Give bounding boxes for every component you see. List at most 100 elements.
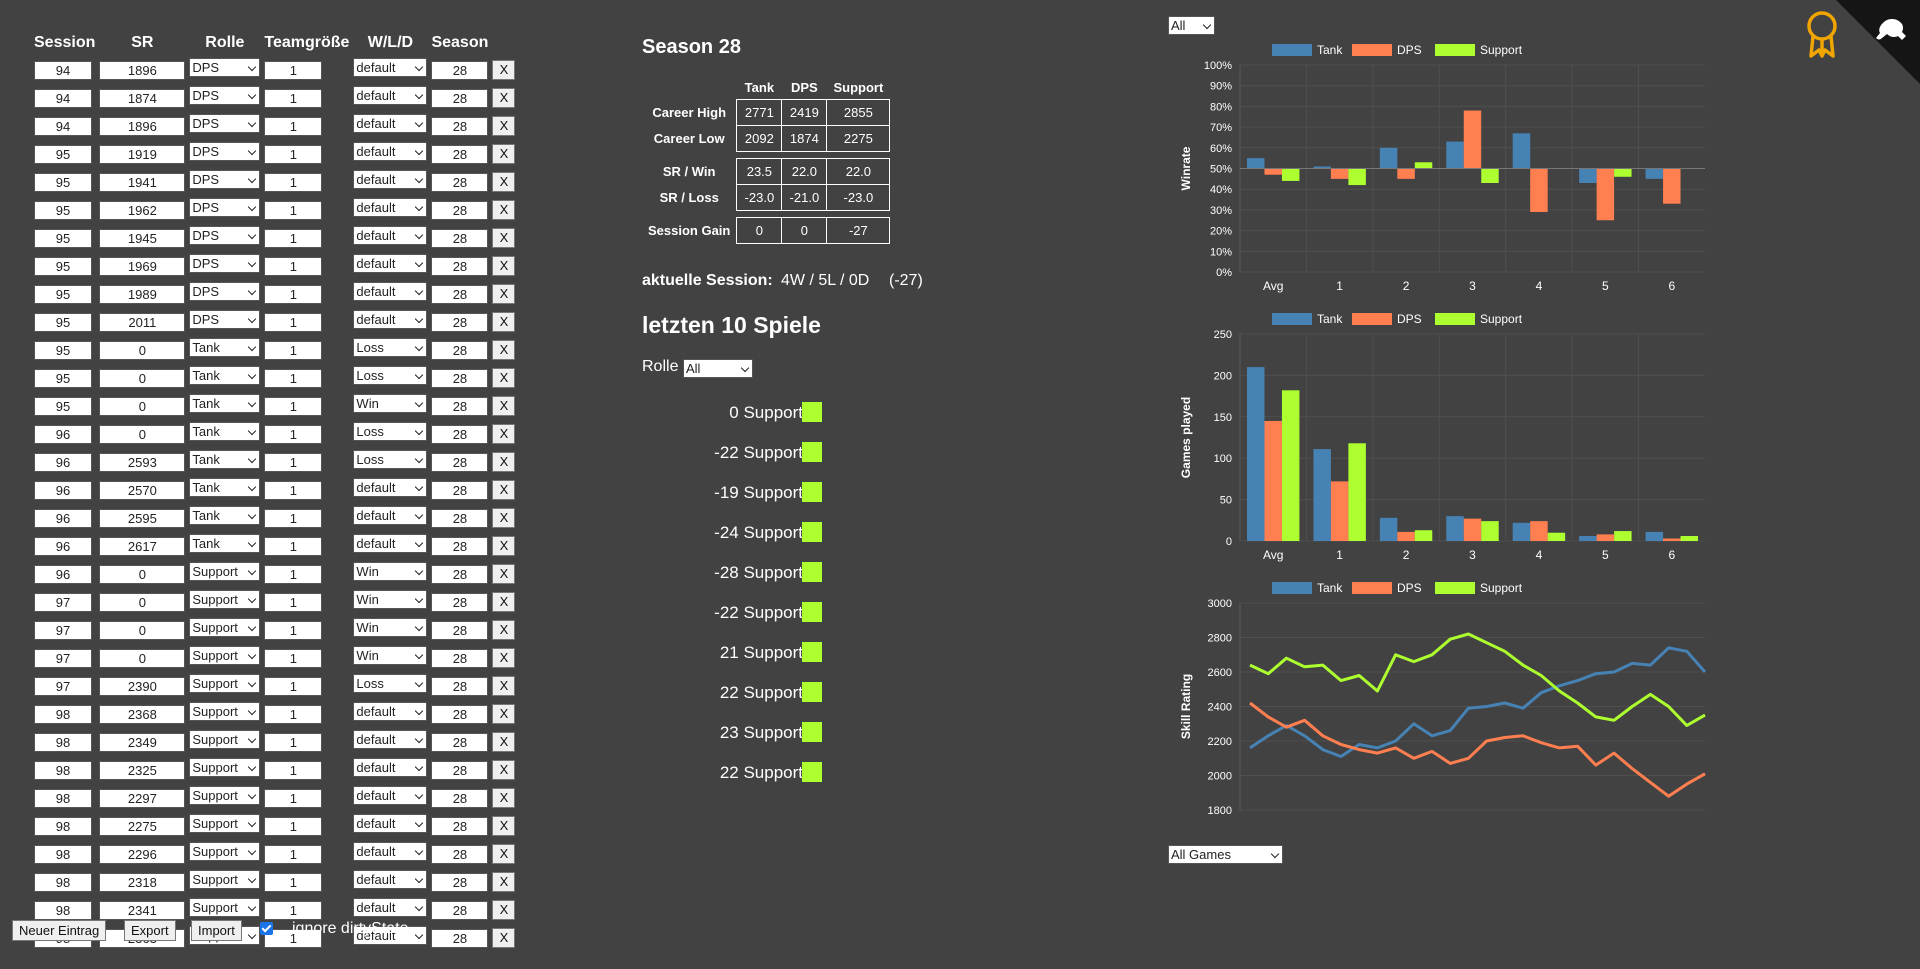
sr-input[interactable]	[99, 648, 186, 668]
session-input[interactable]	[34, 536, 92, 556]
wld-select[interactable]: default	[353, 758, 428, 777]
wld-select[interactable]: default	[353, 898, 428, 917]
role-select[interactable]: Support	[189, 758, 261, 777]
new-entry-button[interactable]: Neuer Eintrag	[12, 920, 107, 941]
github-corner-icon[interactable]	[1836, 0, 1920, 84]
team-size-input[interactable]	[264, 592, 323, 612]
delete-row-button[interactable]: X	[492, 60, 516, 80]
session-input[interactable]	[34, 396, 92, 416]
delete-row-button[interactable]: X	[492, 900, 516, 920]
role-select[interactable]: Support	[189, 870, 261, 889]
session-input[interactable]	[34, 228, 92, 248]
games-filter-select[interactable]: All Games	[1168, 845, 1283, 864]
sr-input[interactable]	[99, 340, 186, 360]
sr-input[interactable]	[99, 172, 186, 192]
sr-input[interactable]	[99, 676, 186, 696]
delete-row-button[interactable]: X	[492, 424, 516, 444]
sr-input[interactable]	[99, 592, 186, 612]
session-input[interactable]	[34, 60, 92, 80]
session-input[interactable]	[34, 480, 92, 500]
delete-row-button[interactable]: X	[492, 116, 516, 136]
team-size-input[interactable]	[264, 844, 323, 864]
delete-row-button[interactable]: X	[492, 172, 516, 192]
session-input[interactable]	[34, 312, 92, 332]
team-size-input[interactable]	[264, 116, 323, 136]
role-select[interactable]: DPS	[189, 254, 261, 273]
session-input[interactable]	[34, 200, 92, 220]
season-input[interactable]	[431, 172, 489, 192]
role-select[interactable]: Support	[189, 590, 261, 609]
season-input[interactable]	[431, 536, 489, 556]
role-select[interactable]: Tank	[189, 422, 261, 441]
season-input[interactable]	[431, 676, 489, 696]
role-select[interactable]: DPS	[189, 226, 261, 245]
session-input[interactable]	[34, 256, 92, 276]
session-input[interactable]	[34, 620, 92, 640]
ignore-dirty-checkbox[interactable]	[260, 922, 273, 935]
season-input[interactable]	[431, 200, 489, 220]
wld-select[interactable]: default	[353, 282, 428, 301]
sr-input[interactable]	[99, 452, 186, 472]
season-input[interactable]	[431, 144, 489, 164]
team-size-input[interactable]	[264, 536, 323, 556]
wld-select[interactable]: default	[353, 702, 428, 721]
team-size-input[interactable]	[264, 676, 323, 696]
delete-row-button[interactable]: X	[492, 144, 516, 164]
role-select[interactable]: DPS	[189, 114, 261, 133]
session-input[interactable]	[34, 172, 92, 192]
wld-select[interactable]: Win	[353, 590, 428, 609]
delete-row-button[interactable]: X	[492, 396, 516, 416]
delete-row-button[interactable]: X	[492, 872, 516, 892]
wld-select[interactable]: default	[353, 478, 428, 497]
sr-input[interactable]	[99, 228, 186, 248]
role-select[interactable]: Tank	[189, 394, 261, 413]
season-input[interactable]	[431, 732, 489, 752]
team-size-input[interactable]	[264, 480, 323, 500]
role-select[interactable]: Support	[189, 674, 261, 693]
session-input[interactable]	[34, 648, 92, 668]
delete-row-button[interactable]: X	[492, 788, 516, 808]
role-select[interactable]: Support	[189, 702, 261, 721]
role-select[interactable]: Tank	[189, 534, 261, 553]
team-size-input[interactable]	[264, 368, 323, 388]
team-size-input[interactable]	[264, 900, 323, 920]
season-input[interactable]	[431, 424, 489, 444]
team-size-input[interactable]	[264, 144, 323, 164]
session-input[interactable]	[34, 368, 92, 388]
season-input[interactable]	[431, 760, 489, 780]
delete-row-button[interactable]: X	[492, 508, 516, 528]
session-input[interactable]	[34, 900, 92, 920]
sr-input[interactable]	[99, 396, 186, 416]
wld-select[interactable]: default	[353, 142, 428, 161]
wld-select[interactable]: default	[353, 814, 428, 833]
role-select[interactable]: Support	[189, 618, 261, 637]
role-select[interactable]: Tank	[189, 506, 261, 525]
sr-input[interactable]	[99, 788, 186, 808]
team-size-input[interactable]	[264, 760, 323, 780]
sr-input[interactable]	[99, 816, 186, 836]
sr-input[interactable]	[99, 872, 186, 892]
season-input[interactable]	[431, 788, 489, 808]
team-size-input[interactable]	[264, 704, 323, 724]
season-input[interactable]	[431, 508, 489, 528]
sr-input[interactable]	[99, 480, 186, 500]
team-size-input[interactable]	[264, 452, 323, 472]
wld-select[interactable]: default	[353, 254, 428, 273]
season-input[interactable]	[431, 900, 489, 920]
wld-select[interactable]: default	[353, 310, 428, 329]
team-size-input[interactable]	[264, 284, 323, 304]
session-input[interactable]	[34, 452, 92, 472]
wld-select[interactable]: Win	[353, 618, 428, 637]
season-input[interactable]	[431, 60, 489, 80]
delete-row-button[interactable]: X	[492, 368, 516, 388]
season-input[interactable]	[431, 564, 489, 584]
sr-input[interactable]	[99, 256, 186, 276]
season-input[interactable]	[431, 872, 489, 892]
wld-select[interactable]: Loss	[353, 366, 428, 385]
season-input[interactable]	[431, 480, 489, 500]
team-size-input[interactable]	[264, 788, 323, 808]
role-select[interactable]: Support	[189, 730, 261, 749]
wld-select[interactable]: Loss	[353, 674, 428, 693]
delete-row-button[interactable]: X	[492, 536, 516, 556]
sr-input[interactable]	[99, 116, 186, 136]
